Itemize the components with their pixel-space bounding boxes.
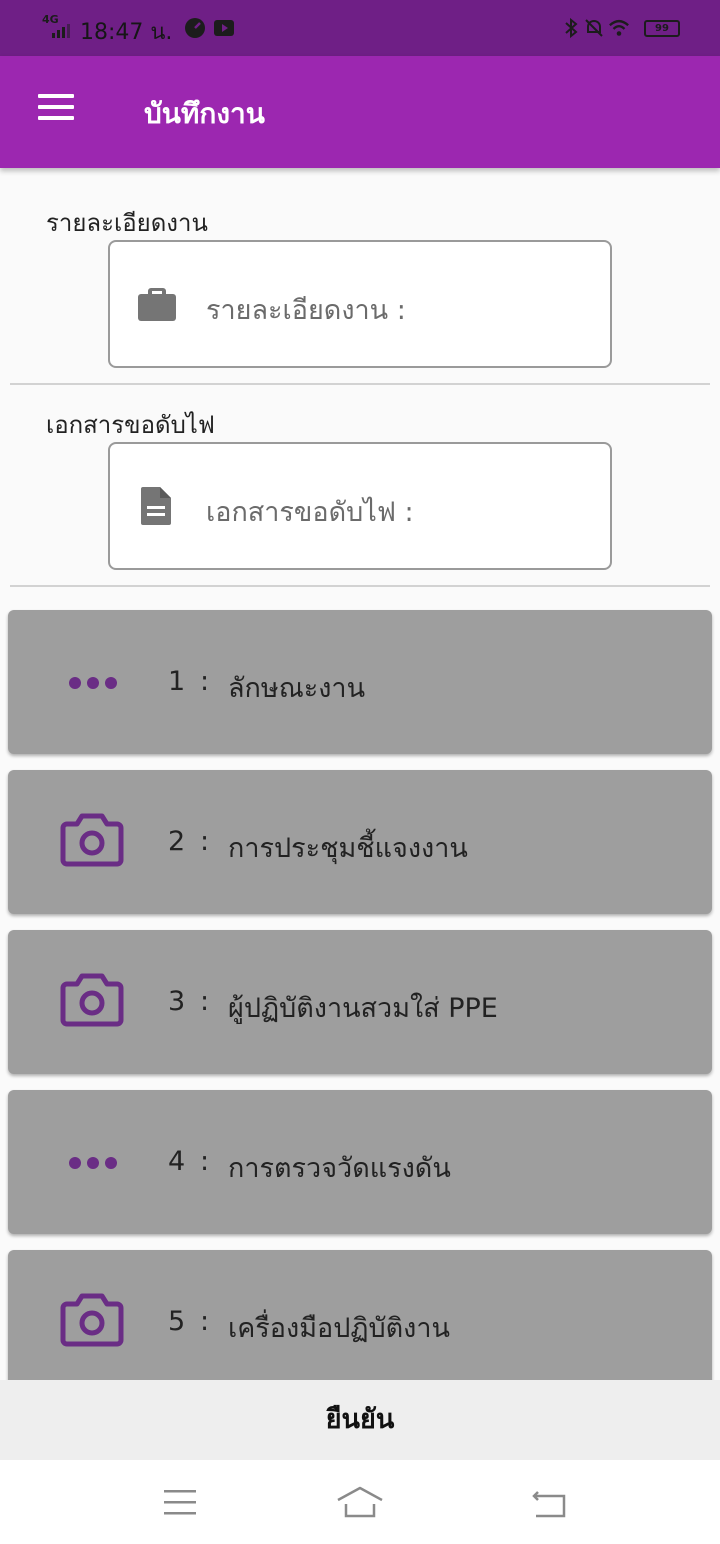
power-off-doc-placeholder: เอกสารขอดับไฟ : — [206, 497, 414, 528]
camera-icon — [60, 813, 124, 867]
more-dots-icon — [69, 1157, 117, 1169]
youtube-icon — [214, 20, 234, 36]
step-number: 4 — [168, 1146, 186, 1177]
step-number: 2 — [168, 826, 186, 857]
step-separator: : — [200, 1146, 210, 1177]
step-card-2[interactable]: 2 : การประชุมชี้แจงงาน — [8, 770, 712, 914]
briefcase-icon — [138, 288, 176, 321]
page-title: บันทึกงาน — [144, 97, 265, 130]
status-time: 18:47 น. — [80, 20, 173, 45]
step-card-4[interactable]: 4 : การตรวจวัดแรงดัน — [8, 1090, 712, 1234]
document-icon — [141, 487, 171, 525]
home-icon[interactable] — [336, 1482, 384, 1522]
step-label: ผู้ปฏิบัติงานสวมใส่ PPE — [228, 993, 498, 1024]
step-card-3[interactable]: 3 : ผู้ปฏิบัติงานสวมใส่ PPE — [8, 930, 712, 1074]
speedometer-icon — [185, 18, 205, 38]
back-icon[interactable] — [528, 1482, 572, 1522]
system-nav-bar — [0, 1460, 720, 1544]
job-detail-placeholder: รายละเอียดงาน : — [206, 295, 406, 326]
confirm-button[interactable]: ยืนยัน — [0, 1380, 720, 1460]
divider — [10, 585, 710, 587]
step-separator: : — [200, 986, 210, 1017]
step-number: 3 — [168, 986, 186, 1017]
step-separator: : — [200, 1306, 210, 1337]
step-number: 1 — [168, 666, 186, 697]
power-off-doc-label: เอกสารขอดับไฟ — [46, 411, 215, 439]
recent-apps-icon[interactable] — [158, 1482, 202, 1522]
job-detail-input[interactable]: รายละเอียดงาน : — [108, 240, 612, 368]
step-label: ลักษณะงาน — [228, 673, 366, 704]
step-label: การประชุมชี้แจงงาน — [228, 833, 468, 864]
menu-button[interactable] — [34, 94, 78, 128]
more-dots-icon — [69, 677, 117, 689]
bluetooth-icon — [565, 17, 578, 39]
step-number: 5 — [168, 1306, 186, 1337]
status-bar: 4G 18:47 น. 99 — [0, 0, 720, 56]
step-separator: : — [200, 826, 210, 857]
app-bar: บันทึกงาน — [0, 56, 720, 168]
signal-icon — [52, 24, 70, 38]
step-separator: : — [200, 666, 210, 697]
step-card-1[interactable]: 1 : ลักษณะงาน — [8, 610, 712, 754]
wifi-icon — [609, 19, 629, 36]
battery-icon: 99 — [644, 20, 680, 37]
power-off-doc-input[interactable]: เอกสารขอดับไฟ : — [108, 442, 612, 570]
camera-icon — [60, 1293, 124, 1347]
camera-icon — [60, 973, 124, 1027]
job-detail-label: รายละเอียดงาน — [46, 209, 208, 237]
step-card-5[interactable]: 5 : เครื่องมือปฏิบัติงาน — [8, 1250, 712, 1394]
bell-off-icon — [585, 19, 603, 37]
divider — [10, 383, 710, 385]
step-label: เครื่องมือปฏิบัติงาน — [228, 1313, 450, 1344]
step-label: การตรวจวัดแรงดัน — [228, 1153, 451, 1184]
hamburger-icon — [38, 94, 74, 98]
